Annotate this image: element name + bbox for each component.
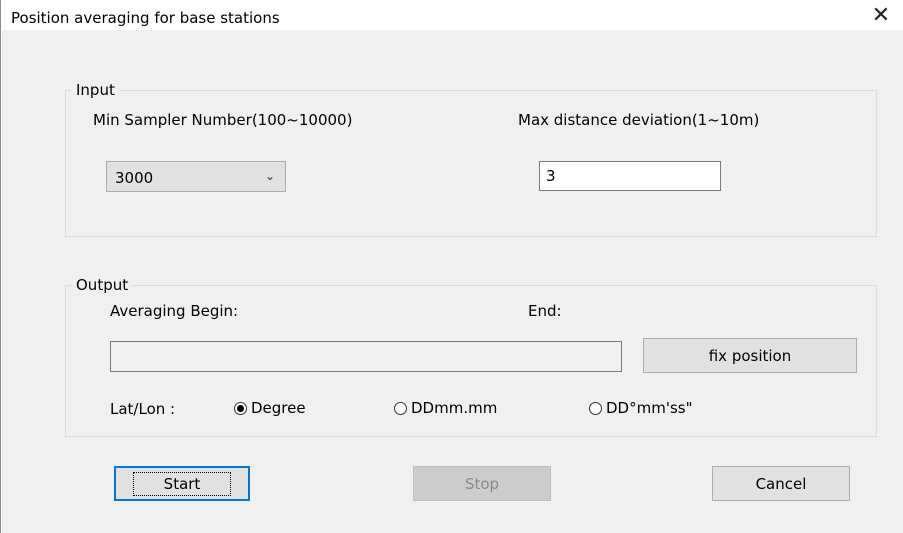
min-sampler-dropdown[interactable]: 3000 ⌄ — [106, 161, 286, 192]
stop-button[interactable]: Stop — [413, 466, 551, 501]
output-group: Output Averaging Begin: End: fix positio… — [65, 276, 877, 437]
max-distance-input[interactable]: 3 — [539, 161, 721, 191]
min-sampler-label: Min Sampler Number(100~10000) — [93, 111, 353, 129]
radio-degree[interactable]: Degree — [234, 399, 306, 417]
dialog-window: Position averaging for base stations ✕ I… — [0, 0, 903, 533]
dialog-body: Input Min Sampler Number(100~10000) 3000… — [2, 30, 903, 533]
window-title: Position averaging for base stations — [11, 9, 280, 27]
radio-selected-icon — [234, 401, 247, 415]
close-button[interactable]: ✕ — [858, 0, 903, 30]
cancel-label: Cancel — [755, 474, 807, 493]
radio-ddmmss-label: DD°mm'ss" — [606, 399, 693, 417]
latlon-label: Lat/Lon : — [110, 400, 176, 418]
chevron-down-icon: ⌄ — [264, 169, 275, 183]
radio-ddmm-label: DDmm.mm — [411, 399, 498, 417]
start-button[interactable]: Start — [114, 466, 250, 501]
min-sampler-value: 3000 — [115, 169, 154, 187]
input-group: Input Min Sampler Number(100~10000) 3000… — [65, 81, 877, 237]
max-distance-value: 3 — [546, 167, 556, 185]
close-icon: ✕ — [871, 2, 891, 28]
cancel-button[interactable]: Cancel — [712, 466, 850, 501]
fix-position-button[interactable]: fix position — [643, 338, 857, 373]
end-label: End: — [528, 302, 562, 320]
output-group-label: Output — [72, 276, 133, 294]
max-distance-label: Max distance deviation(1~10m) — [518, 111, 760, 129]
start-label: Start — [132, 471, 232, 496]
title-bar[interactable]: Position averaging for base stations ✕ — [1, 0, 903, 30]
radio-ddmmss[interactable]: DD°mm'ss" — [589, 399, 692, 417]
input-group-label: Input — [72, 81, 119, 99]
radio-unselected-icon — [589, 401, 602, 415]
averaging-output-field[interactable] — [110, 341, 622, 372]
radio-ddmm[interactable]: DDmm.mm — [394, 399, 497, 417]
radio-unselected-icon — [394, 401, 407, 415]
fix-position-label: fix position — [708, 346, 792, 365]
radio-degree-label: Degree — [251, 399, 306, 417]
averaging-begin-label: Averaging Begin: — [110, 302, 239, 320]
stop-label: Stop — [464, 474, 500, 493]
